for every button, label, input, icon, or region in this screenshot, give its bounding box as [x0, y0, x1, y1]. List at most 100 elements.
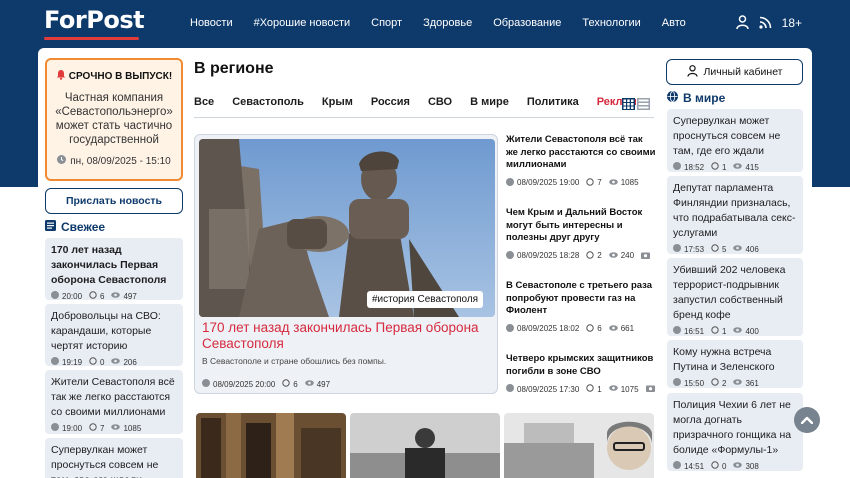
world-news-meta: 18:52 1 415	[673, 162, 797, 172]
comment-count: 6	[597, 324, 602, 333]
tab-svo[interactable]: СВО	[428, 96, 452, 108]
featured-meta: 08/09/2025 20:00 6 497	[202, 379, 330, 389]
urgent-title: СРОЧНО В ВЫПУСК!	[47, 69, 181, 83]
eye-icon	[733, 244, 743, 254]
featured-article[interactable]	[194, 134, 498, 394]
fresh-news-meta: 19:00 7 1085	[51, 423, 177, 433]
nav-item-technology[interactable]: Технологии	[582, 17, 640, 29]
clock-icon	[673, 461, 681, 471]
main-nav: Новости #Хорошие новости Спорт Здоровье …	[190, 0, 707, 46]
send-news-button[interactable]: Прислать новость	[45, 188, 183, 214]
tab-russia[interactable]: Россия	[371, 96, 410, 108]
news-time: 14:51	[684, 461, 705, 471]
comment-count: 1	[722, 326, 727, 336]
world-news-title: Убивший 202 человека террорист-подрывник…	[673, 264, 786, 321]
view-count: 361	[745, 378, 759, 388]
header-icons: 18+	[735, 15, 802, 30]
nav-item-health[interactable]: Здоровье	[423, 17, 472, 29]
comment-count: 5	[722, 244, 727, 254]
region-section-title: В регионе	[194, 60, 274, 77]
view-count: 206	[123, 357, 137, 367]
urgent-headline: Частная компания «Севастопольэнерго» мож…	[55, 92, 173, 146]
news-date: 08/09/2025 18:02	[517, 324, 580, 333]
view-count: 240	[620, 251, 635, 260]
fresh-news-item[interactable]: Добровольцы на СВО: карандаши, которые ч…	[45, 304, 183, 367]
comment-icon	[586, 323, 594, 334]
eye-icon	[733, 326, 743, 336]
news-thumbnail[interactable]	[504, 413, 654, 478]
clock-icon	[506, 250, 514, 261]
view-count: 406	[745, 244, 759, 254]
world-section-title: В мире	[667, 91, 725, 105]
fresh-news-meta: 20:00 6 497	[51, 291, 177, 301]
world-news-item[interactable]: Супервулкан может проснуться совсем не т…	[667, 109, 803, 172]
eye-icon	[111, 423, 121, 433]
world-news-meta: 15:50 2 361	[673, 378, 797, 388]
tab-sevastopol[interactable]: Севастополь	[232, 96, 304, 108]
nav-item-good-news[interactable]: #Хорошие новости	[254, 17, 351, 29]
tab-crimea[interactable]: Крым	[322, 96, 353, 108]
nav-item-auto[interactable]: Авто	[662, 17, 686, 29]
clock-icon	[51, 423, 59, 433]
region-news-item[interactable]: Жители Севастополя всё так же легко расс…	[506, 134, 656, 188]
featured-title[interactable]: 170 лет назад закончилась Первая оборона…	[202, 320, 492, 352]
user-icon	[686, 64, 698, 80]
news-icon	[45, 220, 56, 234]
region-news-item[interactable]: Чем Крым и Дальний Восток могут быть инт…	[506, 207, 656, 261]
fresh-news-title: Добровольцы на СВО: карандаши, которые ч…	[51, 310, 161, 352]
world-news-item[interactable]: Депутат парламента Финляндии призналась,…	[667, 176, 803, 254]
world-news-item[interactable]: Убивший 202 человека террорист-подрывник…	[667, 258, 803, 336]
urgent-block[interactable]: СРОЧНО В ВЫПУСК! Частная компания «Севас…	[45, 58, 183, 181]
world-news-title: Депутат парламента Финляндии призналась,…	[673, 182, 796, 239]
region-news-meta: 08/09/2025 17:30 1 1075	[506, 384, 656, 394]
view-count: 400	[745, 326, 759, 336]
nav-item-education[interactable]: Образование	[493, 17, 561, 29]
urgent-date-text: пн, 08/09/2025 - 15:10	[70, 155, 171, 167]
site-logo[interactable]: ForPost	[44, 6, 145, 34]
comment-count: 0	[100, 357, 105, 367]
urgent-title-text: СРОЧНО В ВЫПУСК!	[68, 70, 173, 82]
eye-icon	[304, 379, 314, 389]
tab-politics[interactable]: Политика	[527, 96, 579, 108]
scroll-to-top-button[interactable]	[794, 407, 820, 433]
comment-count: 7	[597, 178, 602, 187]
eye-icon	[111, 291, 121, 301]
featured-lead: В Севастополе и стране обошлись без помп…	[202, 356, 387, 366]
fresh-news-item[interactable]: 170 лет назад закончилась Первая оборона…	[45, 238, 183, 301]
news-time: 19:19	[62, 357, 83, 367]
comment-icon	[586, 250, 594, 261]
news-time: 16:51	[684, 326, 705, 336]
comment-count: 2	[722, 378, 727, 388]
region-news-item[interactable]: В Севастополе с третьего раза попробуют …	[506, 280, 656, 334]
tab-world[interactable]: В мире	[470, 96, 509, 108]
grid-view-icon[interactable]	[622, 97, 635, 115]
list-view-icon[interactable]	[637, 97, 650, 115]
world-news-meta: 16:51 1 400	[673, 326, 797, 336]
comment-icon	[586, 384, 594, 394]
nav-item-news[interactable]: Новости	[190, 17, 233, 29]
featured-tag[interactable]: #история Севастополя	[367, 291, 484, 308]
clock-icon	[673, 378, 681, 388]
world-news-item[interactable]: Полиция Чехии 6 лет не могла догнать при…	[667, 393, 803, 471]
comment-icon	[282, 379, 290, 389]
personal-cabinet-button[interactable]: Личный кабинет	[666, 59, 803, 85]
tab-all[interactable]: Все	[194, 96, 214, 108]
user-icon[interactable]	[735, 15, 749, 30]
eye-icon	[608, 324, 618, 334]
globe-icon	[667, 91, 678, 105]
news-thumbnail[interactable]	[196, 413, 346, 478]
fresh-news-item[interactable]: Жители Севастополя всё так же легко расс…	[45, 370, 183, 434]
news-thumbnail[interactable]	[350, 413, 500, 478]
nav-item-sport[interactable]: Спорт	[371, 17, 402, 29]
world-news-title: Супервулкан может проснуться совсем не т…	[673, 115, 781, 157]
rss-icon[interactable]	[759, 16, 772, 29]
clock-icon	[673, 162, 681, 172]
region-news-item[interactable]: Четверо крымских защитников погибли в зо…	[506, 353, 656, 394]
bell-icon	[56, 69, 66, 83]
news-time: 20:00	[62, 291, 83, 301]
fresh-news-item[interactable]: Супервулкан может проснуться совсем не т…	[45, 438, 183, 478]
chevron-up-icon	[800, 411, 814, 429]
cabinet-label: Личный кабинет	[703, 66, 783, 78]
comment-icon	[711, 461, 719, 471]
world-news-item[interactable]: Кому нужна встреча Путина и Зеленского 1…	[667, 340, 803, 388]
